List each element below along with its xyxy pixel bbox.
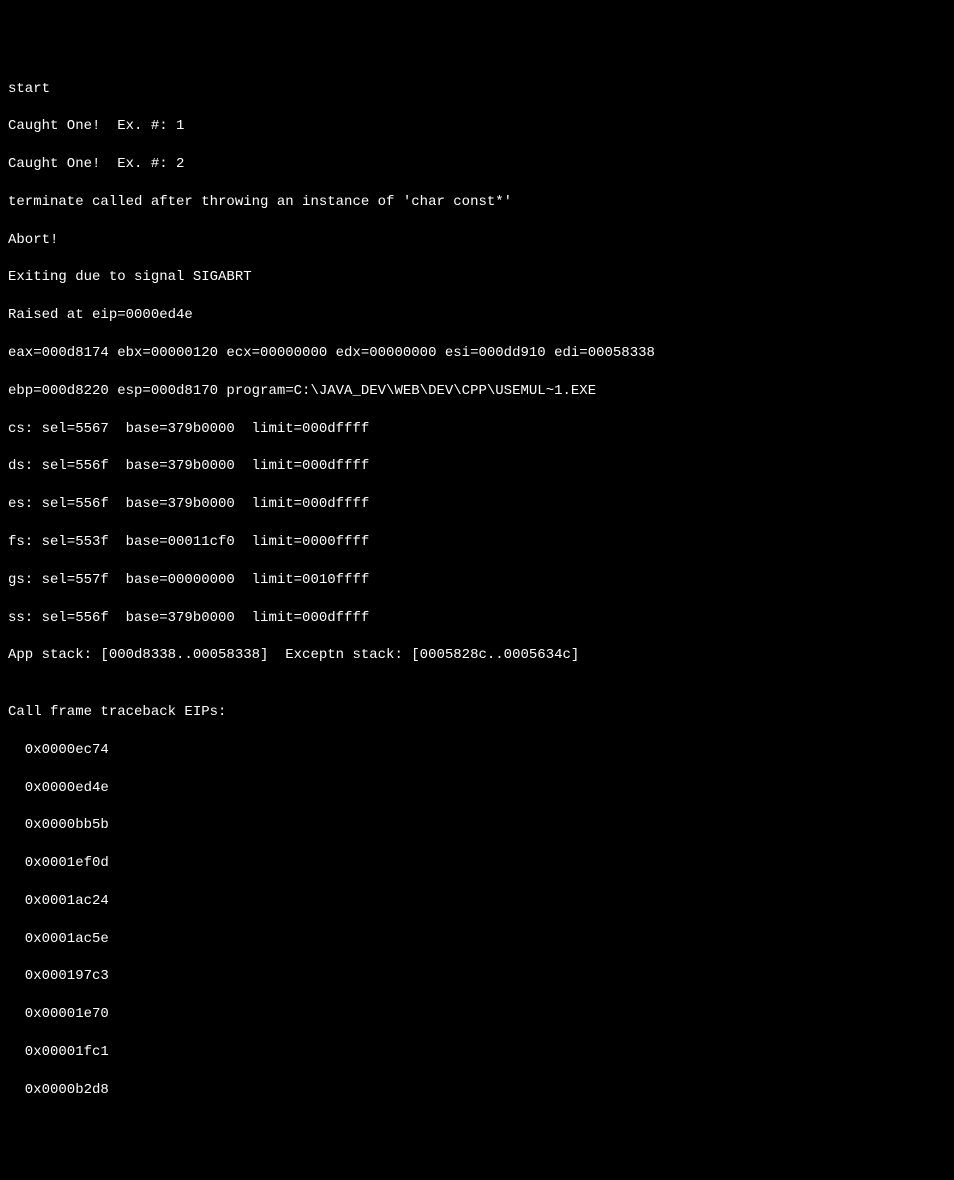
console-line-abort: Abort! — [8, 231, 946, 250]
console-line-eip-5: 0x0001ac5e — [8, 930, 946, 949]
console-line-cs: cs: sel=5567 base=379b0000 limit=000dfff… — [8, 420, 946, 439]
console-line-caught-2: Caught One! Ex. #: 2 — [8, 155, 946, 174]
console-line-eip-6: 0x000197c3 — [8, 967, 946, 986]
console-line-registers-1: eax=000d8174 ebx=00000120 ecx=00000000 e… — [8, 344, 946, 363]
console-line-eip-0: 0x0000ec74 — [8, 741, 946, 760]
console-line-eip-1: 0x0000ed4e — [8, 779, 946, 798]
console-line-eip-2: 0x0000bb5b — [8, 816, 946, 835]
console-line-signal: Exiting due to signal SIGABRT — [8, 268, 946, 287]
console-line-eip-7: 0x00001e70 — [8, 1005, 946, 1024]
console-line-eip-8: 0x00001fc1 — [8, 1043, 946, 1062]
console-line-eip-9: 0x0000b2d8 — [8, 1081, 946, 1100]
console-line-traceback-header: Call frame traceback EIPs: — [8, 703, 946, 722]
console-line-stack: App stack: [000d8338..00058338] Exceptn … — [8, 646, 946, 665]
console-line-registers-2: ebp=000d8220 esp=000d8170 program=C:\JAV… — [8, 382, 946, 401]
console-line-eip-3: 0x0001ef0d — [8, 854, 946, 873]
console-line-ds: ds: sel=556f base=379b0000 limit=000dfff… — [8, 457, 946, 476]
console-line-es: es: sel=556f base=379b0000 limit=000dfff… — [8, 495, 946, 514]
console-line-caught-1: Caught One! Ex. #: 1 — [8, 117, 946, 136]
console-line-start: start — [8, 80, 946, 99]
console-line-gs: gs: sel=557f base=00000000 limit=0010fff… — [8, 571, 946, 590]
console-line-terminate: terminate called after throwing an insta… — [8, 193, 946, 212]
console-line-ss: ss: sel=556f base=379b0000 limit=000dfff… — [8, 609, 946, 628]
console-line-eip-4: 0x0001ac24 — [8, 892, 946, 911]
console-line-fs: fs: sel=553f base=00011cf0 limit=0000fff… — [8, 533, 946, 552]
console-line-eip: Raised at eip=0000ed4e — [8, 306, 946, 325]
